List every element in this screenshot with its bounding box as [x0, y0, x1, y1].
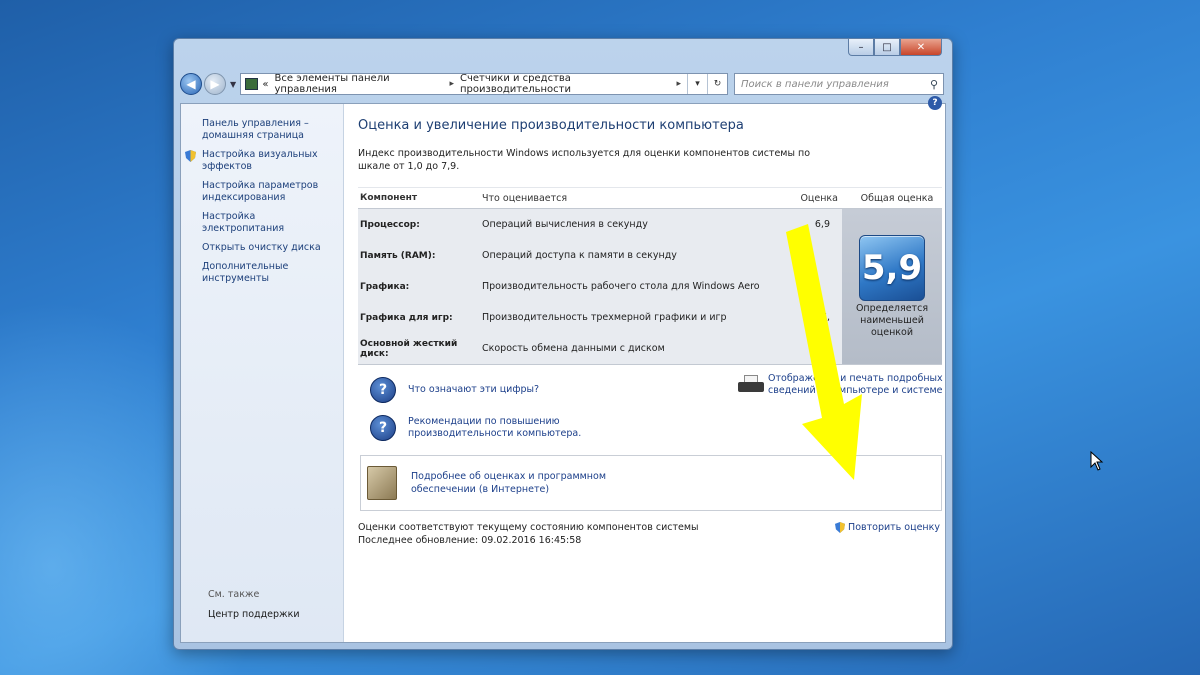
rerun-label[interactable]: Повторить оценку — [848, 521, 940, 534]
status-footer: Оценки соответствуют текущему состоянию … — [358, 521, 942, 547]
search-icon[interactable]: ⚲ — [930, 78, 938, 91]
sidebar-item-home[interactable]: Панель управления – домашняя страница — [202, 118, 335, 142]
navigation-bar: ◀ ▶ ▼ « Все элементы панели управления ▸… — [180, 71, 944, 97]
control-panel-icon — [245, 78, 259, 90]
software-info-icon — [367, 466, 397, 500]
address-bar[interactable]: « Все элементы панели управления ▸ Счетч… — [240, 73, 728, 95]
link-recommendations[interactable]: ? Рекомендации по повышению производител… — [370, 415, 588, 441]
row-component: Процессор: — [360, 219, 420, 230]
row-component: Память (RAM): — [360, 250, 436, 261]
page-title: Оценка и увеличение производительности к… — [358, 118, 744, 133]
link-text[interactable]: Подробнее об оценках и программном обесп… — [411, 470, 611, 496]
breadcrumb-separator-icon[interactable]: ▸ — [676, 79, 681, 89]
forward-button[interactable]: ▶ — [204, 73, 226, 95]
mouse-cursor-icon — [1090, 451, 1104, 471]
row-what: Операций вычисления в секунду — [482, 218, 648, 230]
history-dropdown-icon[interactable]: ▼ — [230, 80, 236, 89]
caption-buttons: – □ ✕ — [848, 39, 942, 56]
table-row: Графика для игр: Производительность трех… — [358, 302, 842, 333]
minimize-button[interactable]: – — [848, 39, 874, 56]
score-table-header: Компонент Что оценивается Оценка Общая о… — [358, 187, 942, 209]
sidebar-item-visual-effects[interactable]: Настройка визуальных эффектов — [185, 149, 335, 173]
address-dropdown-icon[interactable]: ▾ — [687, 74, 707, 94]
table-row: Память (RAM): Операций доступа к памяти … — [358, 240, 842, 271]
sidebar-item-label: Настройка визуальных эффектов — [202, 149, 318, 172]
search-box[interactable]: Поиск в панели управления ⚲ — [734, 73, 944, 95]
row-what: Операций доступа к памяти в секунду — [482, 249, 677, 261]
rerun-assessment-button[interactable]: Повторить оценку — [835, 521, 940, 534]
row-component: Основной жесткий диск: — [360, 338, 458, 359]
search-placeholder: Поиск в панели управления — [741, 78, 889, 90]
question-icon: ? — [370, 415, 396, 441]
sidebar: Панель управления – домашняя страница На… — [181, 104, 344, 642]
see-also-heading: См. также — [208, 589, 260, 600]
back-arrow-icon: ◀ — [186, 77, 196, 91]
sidebar-item-advanced-tools[interactable]: Дополнительные инструменты — [202, 261, 335, 285]
row-what: Скорость обмена данными с диском — [482, 342, 665, 354]
breadcrumb-prefix[interactable]: « — [262, 79, 268, 90]
close-button[interactable]: ✕ — [900, 39, 942, 56]
header-total: Общая оценка — [860, 192, 934, 204]
sidebar-item-action-center[interactable]: Центр поддержки — [208, 609, 300, 620]
table-row: Графика: Производительность рабочего сто… — [358, 271, 842, 302]
header-component: Компонент — [360, 193, 418, 203]
row-what: Производительность трехмерной графики и … — [482, 311, 727, 323]
maximize-button[interactable]: □ — [874, 39, 900, 56]
sidebar-item-indexing[interactable]: Настройка параметров индексирования — [202, 180, 335, 204]
intro-text: Индекс производительности Windows исполь… — [358, 148, 811, 172]
header-what: Что оценивается — [482, 192, 568, 204]
back-button[interactable]: ◀ — [180, 73, 202, 95]
link-text[interactable]: Что означают эти цифры? — [408, 384, 539, 396]
question-icon: ? — [370, 377, 396, 403]
refresh-icon[interactable]: ↻ — [707, 74, 727, 94]
row-component: Графика: — [360, 281, 410, 292]
last-update-text: Последнее обновление: 09.02.2016 16:45:5… — [358, 535, 582, 546]
row-component: Графика для игр: — [360, 312, 453, 323]
uac-shield-icon — [185, 150, 196, 162]
table-row: Основной жесткий диск: Скорость обмена д… — [358, 333, 842, 364]
uac-shield-icon — [835, 522, 846, 533]
link-what-numbers[interactable]: ? Что означают эти цифры? — [370, 377, 539, 403]
score-rows: Процессор: Операций вычисления в секунду… — [358, 209, 842, 364]
link-text[interactable]: Рекомендации по повышению производительн… — [408, 416, 588, 440]
header-score: Оценка — [800, 192, 838, 204]
yellow-arrow-annotation-icon — [786, 224, 862, 480]
breadcrumb-item-all-items[interactable]: Все элементы панели управления — [275, 73, 444, 95]
table-row: Процессор: Операций вычисления в секунду… — [358, 209, 842, 240]
printer-icon — [738, 373, 764, 395]
forward-arrow-icon: ▶ — [210, 77, 220, 91]
row-what: Производительность рабочего стола для Wi… — [482, 280, 760, 292]
sidebar-item-disk-cleanup[interactable]: Открыть очистку диска — [202, 242, 335, 254]
breadcrumb-separator-icon[interactable]: ▸ — [449, 79, 454, 89]
sidebar-item-power[interactable]: Настройка электропитания — [202, 211, 335, 235]
breadcrumb-item-performance[interactable]: Счетчики и средства производительности — [460, 73, 670, 95]
